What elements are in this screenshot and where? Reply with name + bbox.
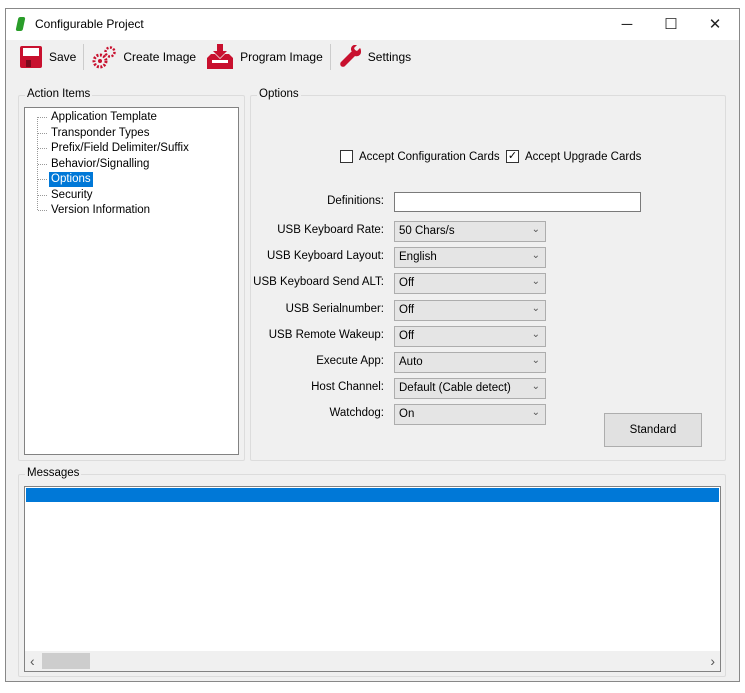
definitions-label: Definitions: [327,195,384,207]
tree-item-version-information[interactable]: Version Information [49,203,152,218]
field-dropdown-usb-serialnumber[interactable]: Off ⌄ [394,299,546,321]
scrollbar-thumb[interactable] [42,653,90,669]
options-group: Options Accept Configuration Cards ✓ Acc… [250,88,726,461]
dropdown-value: Off [399,277,415,290]
selected-message-row[interactable] [26,488,719,502]
chevron-down-icon: ⌄ [531,302,540,314]
dropdown-value: Default (Cable detect) [399,382,511,395]
chevron-down-icon: ⌄ [531,381,540,393]
dropdown-value: English [399,251,437,264]
field-dropdown-usb-remote-wakeup[interactable]: Off ⌄ [394,325,546,347]
field-dropdown-execute-app[interactable]: Auto ⌄ [394,352,546,373]
dropdown-value: Off [399,329,415,342]
field-label: USB Keyboard Layout: [267,250,384,263]
wrench-icon [340,45,361,67]
program-image-button[interactable]: Program Image [201,42,328,72]
tree-connector [38,117,47,118]
messages-list[interactable]: ‹ › [24,486,721,672]
toolbar-separator [329,44,331,70]
gears-icon [92,46,117,69]
toolbar-separator [83,44,85,70]
chevron-down-icon: ⌄ [531,224,540,235]
field-dropdown-usb-keyboard-send-alt[interactable]: Off ⌄ [394,273,546,295]
program-image-label: Program Image [240,50,323,64]
field-dropdown-usb-keyboard-layout[interactable]: English ⌄ [394,247,546,269]
dropdown-value: 50 Chars/s [399,225,455,237]
field-dropdown-watchdog[interactable]: On ⌄ [394,404,546,426]
chevron-down-icon: ⌄ [531,276,540,288]
field-label: Watchdog: [329,407,384,420]
dropdown-value: On [399,408,415,421]
scroll-left-arrow[interactable]: ‹ [30,653,35,669]
standard-button[interactable]: Standard [604,413,702,447]
tree-connector [38,194,47,196]
field-label: USB Serialnumber: [285,302,384,315]
settings-button[interactable]: Settings [333,42,416,72]
field-label: Execute App: [316,355,384,367]
tree-connector [38,179,47,180]
chevron-down-icon: ⌄ [531,407,540,419]
minimize-button[interactable]: ─ [605,9,649,39]
scroll-right-arrow[interactable]: › [710,653,715,669]
tree-connector [38,163,47,165]
field-label: USB Keyboard Send ALT: [253,276,384,289]
checkbox-label: Accept Upgrade Cards [525,150,642,163]
chevron-down-icon: ⌄ [531,355,540,366]
checkmark-icon: ✓ [506,150,519,163]
create-image-button[interactable]: Create Image [86,42,201,72]
action-items-group: Action Items Application Template Transpo… [18,88,245,461]
tree-connector [38,148,47,149]
close-button[interactable]: ✕ [693,9,737,39]
checkbox-box [340,150,353,163]
create-image-label: Create Image [123,50,197,64]
dropdown-value: Off [399,303,415,316]
action-items-label: Action Items [25,88,93,100]
save-button[interactable]: Save [14,42,81,72]
field-dropdown-host-channel[interactable]: Default (Cable detect) ⌄ [394,378,546,400]
horizontal-scrollbar[interactable]: ‹ › [25,651,720,671]
field-label: USB Remote Wakeup: [268,328,384,341]
title-bar: Configurable Project ─ ☐ ✕ [6,9,739,40]
options-label: Options [257,88,301,100]
dropdown-value: Auto [399,356,423,368]
tree-item-security[interactable]: Security [49,188,95,203]
toolbar: Save Create Image Program Image Settings [6,40,739,74]
definitions-input[interactable] [394,192,641,212]
chevron-down-icon: ⌄ [531,250,540,262]
floppy-disk-icon [20,46,42,68]
app-window: Configurable Project ─ ☐ ✕ Save Create I… [5,8,740,682]
field-label: Host Channel: [311,381,384,394]
accept-configuration-cards-checkbox[interactable]: Accept Configuration Cards [340,150,500,163]
settings-label: Settings [367,50,412,64]
save-label: Save [49,50,77,64]
tree-item-behavior-signalling[interactable]: Behavior/Signalling [49,157,151,172]
tree-connector [38,132,47,134]
maximize-button[interactable]: ☐ [649,9,693,39]
tree-item-options[interactable]: Options [49,172,93,187]
action-items-tree[interactable]: Application Template Transponder Types Pre… [24,107,239,455]
chevron-down-icon: ⌄ [531,328,540,340]
accept-upgrade-cards-checkbox[interactable]: ✓ Accept Upgrade Cards [506,150,641,163]
checkbox-label: Accept Configuration Cards [359,150,500,163]
window-title: Configurable Project [35,17,144,31]
download-tray-icon [207,44,234,69]
tree-connector [38,210,47,211]
field-dropdown-usb-keyboard-rate[interactable]: 50 Chars/s ⌄ [394,221,546,242]
messages-group: Messages ‹ › [18,467,726,677]
tree-item-application-template[interactable]: Application Template [49,110,159,125]
messages-label: Messages [25,467,82,479]
app-icon [15,17,26,31]
field-label: USB Keyboard Rate: [277,224,384,236]
tree-item-prefix-field-delimiter-suffix[interactable]: Prefix/Field Delimiter/Suffix [49,141,191,156]
tree-item-transponder-types[interactable]: Transponder Types [49,126,151,141]
